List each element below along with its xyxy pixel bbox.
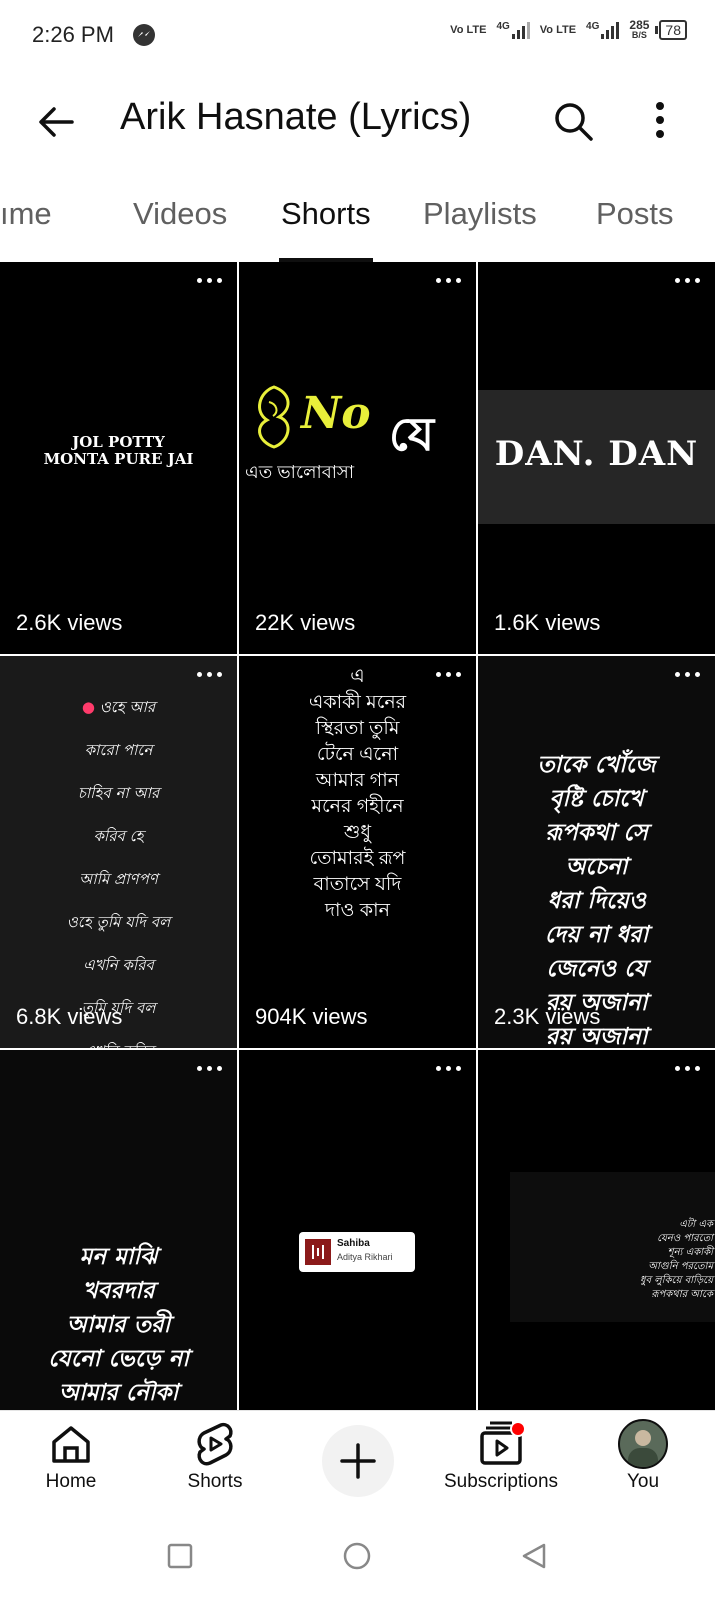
net1-label: Vo LTE [450,24,487,36]
more-horiz-icon[interactable] [675,670,701,680]
nav-subscriptions[interactable]: Subscriptions [434,1411,568,1521]
view-count: 1.6K views [494,610,601,635]
back-triangle-icon[interactable] [520,1542,548,1575]
album-art [305,1239,331,1265]
more-horiz-icon[interactable] [197,1064,223,1074]
more-horiz-icon[interactable] [197,276,223,286]
messenger-icon [133,24,155,46]
thumb-lyrics: মন মাঝি খবরদার আমার তরী যেনো ভেড়ে না আম… [48,1243,189,1406]
back-arrow-icon[interactable] [34,100,78,144]
thumb-lyrics: ● ওহে আর কারো পানে চাহিব না আর করিব হে আ… [66,698,171,1048]
rose-icon [249,382,299,452]
nav-you-label: You [626,1471,660,1492]
short-item[interactable]: No যে এত ভালোবাসা 22K views [239,262,476,654]
nav-you[interactable]: You [588,1411,698,1521]
search-icon[interactable] [552,100,594,142]
short-item[interactable]: DAN. DAN 1.6K views [478,262,715,654]
more-horiz-icon[interactable] [675,1064,701,1074]
thumb-text: এত ভালোবাসা [245,462,355,482]
nav-home[interactable]: Home [16,1411,126,1521]
more-horiz-icon[interactable] [675,276,701,286]
view-count: 904K views [255,1004,368,1029]
tab-posts[interactable]: Posts [596,196,674,232]
nav-subscriptions-label: Subscriptions [443,1471,559,1492]
nav-shorts[interactable]: Shorts [160,1411,270,1521]
more-vert-icon[interactable] [652,100,668,140]
tab-videos[interactable]: Videos [133,196,227,232]
net2-label: Vo LTE [539,24,577,36]
nav-shorts-label: Shorts [187,1471,243,1492]
status-bar: 2:26 PM Vo LTE 4G Vo LTE 4G 285 B/S 78 [0,0,715,72]
short-item[interactable]: Sahiba Aditya Rikhari [239,1050,476,1410]
thumb-banner: DAN. DAN [478,390,715,524]
short-item[interactable]: এ একাকী মনের স্থিরতা তুমি টেনে এনো আমার … [239,656,476,1048]
home-circle-icon[interactable] [343,1542,371,1575]
thumb-title: No [301,388,371,439]
shorts-icon [197,1422,233,1466]
thumb-text: যে [389,408,435,460]
short-item[interactable]: JOL POTTY MONTA PURE JAI 2.6K views [0,262,237,654]
recent-apps-icon[interactable] [167,1543,193,1574]
view-count: 2.6K views [16,610,123,635]
short-item[interactable]: তাকে খোঁজে বৃষ্টি চোখে রূপকথা সে অচেনা ধ… [478,656,715,1048]
more-horiz-icon[interactable] [197,670,223,680]
thumb-lyrics: এ একাকী মনের স্থিরতা তুমি টেনে এনো আমার … [308,666,407,921]
home-icon [52,1426,90,1463]
system-nav-bar [0,1520,715,1600]
add-icon [340,1443,376,1479]
create-button[interactable] [322,1425,394,1497]
more-horiz-icon[interactable] [436,276,462,286]
view-count: 22K views [255,610,356,635]
avatar [618,1419,668,1469]
thumb-lyrics: তাকে খোঁজে বৃষ্টি চোখে রূপকথা সে অচেনা ধ… [537,751,656,1048]
tab-home[interactable]: ıme [0,196,52,232]
short-item[interactable]: মন মাঝি খবরদার আমার তরী যেনো ভেড়ে না আম… [0,1050,237,1410]
shorts-grid: JOL POTTY MONTA PURE JAI 2.6K views No য… [0,262,715,1410]
nav-home-label: Home [45,1471,97,1492]
signal-icon: 4G [496,21,530,39]
battery-icon: 78 [655,20,687,40]
view-count: 6.8K views [16,1004,123,1029]
status-time: 2:26 PM [32,22,114,47]
tab-shorts[interactable]: Shorts [281,196,371,232]
channel-tabs: ıme Videos Shorts Playlists Posts [0,178,715,262]
short-item[interactable]: ● ওহে আর কারো পানে চাহিব না আর করিব হে আ… [0,656,237,1048]
subscriptions-icon [480,1421,526,1465]
status-icons: Vo LTE 4G Vo LTE 4G 285 B/S 78 [450,18,687,40]
song-title: Sahiba [337,1238,370,1249]
view-count: 2.3K views [494,1004,601,1029]
tab-playlists[interactable]: Playlists [423,196,537,232]
song-artist: Aditya Rikhari [337,1252,393,1262]
thumb-lyrics: এটা এক যেনও পারতো শূন্য একাকী আগুনি পরতো… [639,1219,713,1300]
channel-title: Arik Hasnate (Lyrics) [120,96,472,138]
signal-icon-2: 4G [586,21,620,39]
thumb-text: JOL POTTY MONTA PURE JAI [43,433,194,468]
more-horiz-icon[interactable] [436,1064,462,1074]
short-item[interactable]: এটা এক যেনও পারতো শূন্য একাকী আগুনি পরতো… [478,1050,715,1410]
song-chip: Sahiba Aditya Rikhari [299,1232,415,1272]
data-speed: 285 B/S [629,18,650,40]
